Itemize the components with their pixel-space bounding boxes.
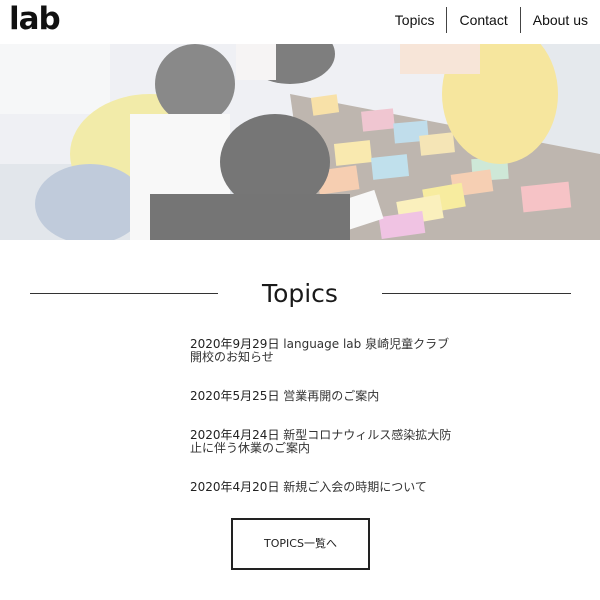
hero-photo [0, 44, 600, 240]
topic-date: 2020年9月29日 [190, 337, 280, 351]
topics-heading: Topics [262, 279, 338, 308]
topic-title: 営業再開のご案内 [283, 389, 380, 403]
classroom-photo-illustration [0, 44, 600, 240]
topics-section-heading: Topics [0, 276, 600, 312]
topic-date: 2020年4月24日 [190, 428, 280, 442]
topics-list-button[interactable]: TOPICS一覧へ [231, 518, 370, 570]
site-logo[interactable]: lab [9, 1, 61, 37]
heading-rule-right [382, 293, 571, 294]
topic-date: 2020年4月20日 [190, 480, 280, 494]
topic-date: 2020年5月25日 [190, 389, 280, 403]
topic-item[interactable]: 2020年4月24日 新型コロナウィルス感染拡大防止に伴う休業のご案内 [190, 429, 452, 455]
main-nav: Topics Contact About us [383, 7, 600, 33]
topic-item[interactable]: 2020年9月29日 language lab 泉崎児童クラブ 開校のお知らせ [190, 338, 452, 364]
topic-item[interactable]: 2020年5月25日 営業再開のご案内 [190, 390, 452, 403]
nav-contact[interactable]: Contact [447, 7, 519, 33]
site-header: lab Topics Contact About us [0, 0, 600, 44]
nav-topics[interactable]: Topics [383, 7, 447, 33]
topic-item[interactable]: 2020年4月20日 新規ご入会の時期について [190, 481, 452, 494]
topic-title: 新規ご入会の時期について [283, 480, 427, 494]
nav-about-us[interactable]: About us [521, 7, 600, 33]
